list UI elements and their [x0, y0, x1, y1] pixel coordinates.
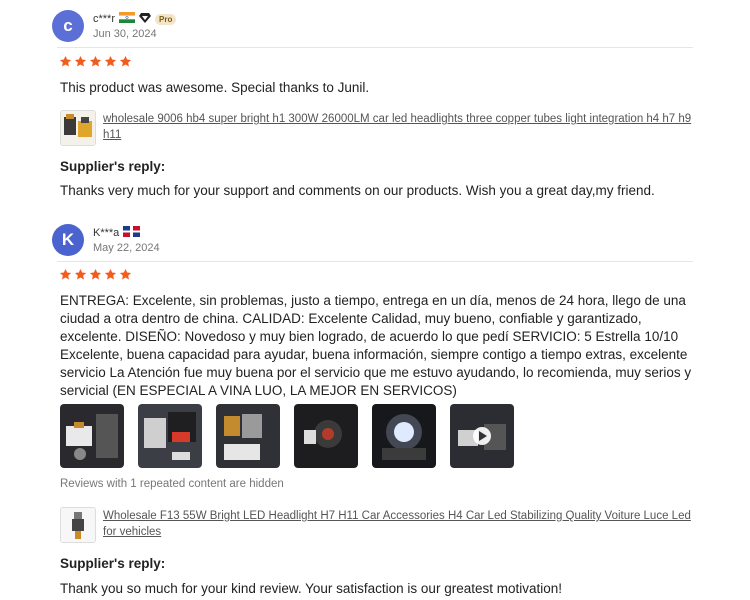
review-photo[interactable]	[294, 404, 358, 468]
dominican-flag-icon	[123, 226, 141, 240]
reviewer-name-row: c***r Pro	[93, 12, 177, 26]
avatar: K	[52, 224, 84, 256]
supplier-reply-heading: Supplier's reply:	[60, 556, 166, 571]
star-icon	[74, 55, 87, 73]
review-photo[interactable]	[372, 404, 436, 468]
review-text: ENTREGA: Excelente, sin problemas, justo…	[60, 293, 692, 398]
supplier-reply-heading: Supplier's reply:	[60, 159, 166, 174]
product-row[interactable]: wholesale 9006 hb4 super bright h1 300W …	[60, 110, 700, 146]
review-photo[interactable]	[60, 404, 124, 468]
review-photo[interactable]	[138, 404, 202, 468]
star-icon	[74, 268, 87, 286]
product-thumbnail[interactable]	[60, 507, 96, 543]
product-row[interactable]: Wholesale F13 55W Bright LED Headlight H…	[60, 507, 700, 543]
divider	[57, 47, 693, 48]
star-icon	[104, 55, 117, 73]
supplier-reply-text: Thank you so much for your kind review. …	[60, 581, 562, 596]
review-text: This product was awesome. Special thanks…	[60, 80, 370, 95]
star-icon	[59, 55, 72, 73]
star-icon	[89, 55, 102, 73]
star-icon	[104, 268, 117, 286]
hidden-reviews-note: Reviews with 1 repeated content are hidd…	[60, 478, 284, 490]
star-icon	[119, 268, 132, 286]
reviewer-name: K***a	[93, 227, 120, 239]
supplier-reply-text: Thanks very much for your support and co…	[60, 183, 655, 198]
star-rating	[59, 268, 132, 286]
reviewer-name-row: K***a	[93, 226, 141, 240]
review-date: Jun 30, 2024	[93, 28, 157, 40]
reviewer-name: c***r	[93, 13, 116, 25]
review-photo[interactable]	[216, 404, 280, 468]
india-flag-icon	[119, 12, 136, 26]
review-photos	[60, 404, 514, 468]
product-link[interactable]: wholesale 9006 hb4 super bright h1 300W …	[103, 111, 700, 143]
review-date: May 22, 2024	[93, 242, 160, 254]
star-icon	[89, 268, 102, 286]
divider	[57, 261, 693, 262]
star-rating	[59, 55, 132, 73]
product-thumbnail[interactable]	[60, 110, 96, 146]
star-icon	[59, 268, 72, 286]
product-link[interactable]: Wholesale F13 55W Bright LED Headlight H…	[103, 508, 700, 540]
star-icon	[119, 55, 132, 73]
diamond-icon	[139, 12, 152, 26]
pro-badge: Pro	[155, 13, 177, 25]
avatar: c	[52, 10, 84, 42]
review-video[interactable]	[450, 404, 514, 468]
